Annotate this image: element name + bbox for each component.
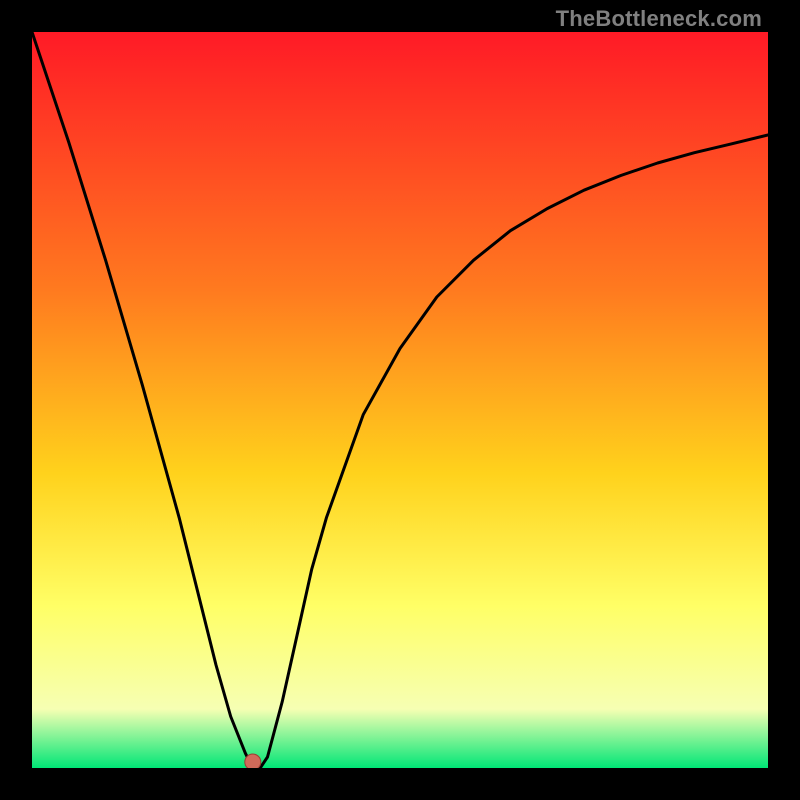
gradient-background <box>32 32 768 768</box>
optimal-point-marker <box>245 754 261 768</box>
watermark-label: TheBottleneck.com <box>556 6 762 32</box>
chart-frame <box>32 32 768 768</box>
chart-svg <box>32 32 768 768</box>
